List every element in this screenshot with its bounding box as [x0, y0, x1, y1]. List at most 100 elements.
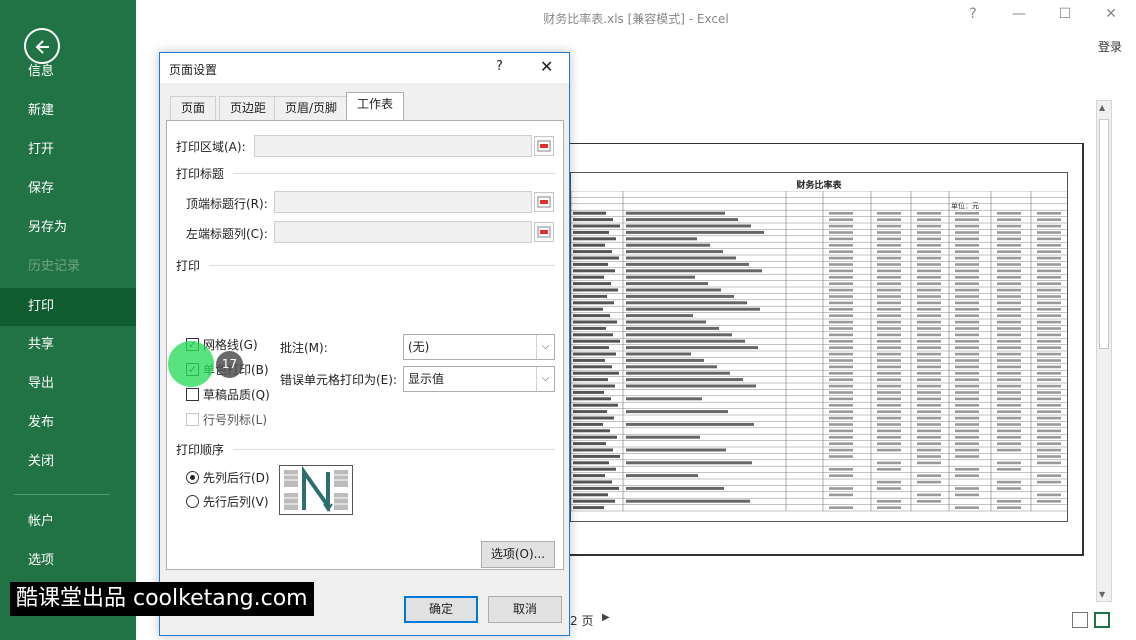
cell-text-mark — [573, 230, 609, 234]
nav-new[interactable]: 新建 — [0, 92, 136, 130]
cell-value-mark — [997, 333, 1021, 337]
cell-value-mark — [955, 282, 979, 285]
nav-info[interactable]: 信息 — [0, 53, 136, 91]
cell-value-mark — [829, 455, 853, 458]
cell-text-mark — [626, 211, 725, 215]
cell-text-mark — [573, 262, 608, 266]
cell-value-mark — [955, 410, 979, 413]
cell-value-mark — [917, 423, 941, 426]
cell-value-mark — [877, 500, 901, 503]
cell-value-mark — [829, 429, 853, 433]
cell-value-mark — [1037, 455, 1061, 458]
restore-button[interactable]: ☐ — [1050, 6, 1080, 22]
nav-save-as[interactable]: 另存为 — [0, 209, 136, 247]
scroll-up-icon[interactable]: ▲ — [1099, 103, 1105, 112]
cell-value-mark — [997, 378, 1021, 381]
cell-value-mark — [955, 295, 979, 298]
cell-text-mark — [626, 435, 700, 439]
zoom-to-page-icon[interactable] — [1094, 612, 1110, 628]
cell-value-mark — [877, 359, 901, 362]
cols-repeat-collapse-icon[interactable] — [534, 222, 554, 242]
tab-sheet[interactable]: 工作表 — [346, 92, 405, 120]
nav-print[interactable]: 打印 — [0, 288, 136, 326]
cell-value-mark — [829, 327, 853, 330]
cell-value-mark — [955, 384, 979, 388]
cell-value-mark — [955, 372, 979, 375]
cell-text-mark — [626, 352, 691, 356]
cell-value-mark — [955, 288, 979, 292]
cell-value-mark — [877, 429, 901, 433]
show-margins-icon[interactable] — [1072, 612, 1088, 628]
tab-page[interactable]: 页面 — [170, 96, 217, 120]
cell-value-mark — [829, 237, 853, 241]
minimize-button[interactable]: — — [1004, 6, 1034, 22]
cell-errors-value: 显示值 — [408, 372, 445, 386]
cell-value-mark — [955, 429, 979, 433]
login-link[interactable]: 登录 — [1098, 38, 1122, 55]
cell-text-mark — [573, 250, 612, 254]
cell-value-mark — [997, 423, 1021, 426]
cell-value-mark — [955, 352, 979, 356]
draft-quality-checkbox[interactable] — [186, 388, 199, 401]
preview-scrollbar[interactable]: ▲ ▼ — [1096, 100, 1112, 602]
cell-value-mark — [917, 410, 941, 413]
cell-value-mark — [997, 461, 1021, 465]
chevron-down-icon[interactable]: ⌵ — [536, 367, 554, 391]
cell-value-mark — [829, 295, 853, 298]
close-window-button[interactable]: ✕ — [1096, 6, 1126, 22]
cols-repeat-input[interactable] — [274, 221, 532, 243]
nav-account[interactable]: 帐户 — [0, 503, 136, 541]
next-page-icon[interactable]: ▶ — [602, 612, 610, 623]
cell-value-mark — [997, 295, 1021, 298]
cell-value-mark — [1037, 410, 1061, 413]
cell-text-mark — [573, 256, 619, 260]
cell-value-mark — [877, 461, 901, 465]
comments-select[interactable]: (无) ⌵ — [403, 334, 555, 360]
cell-value-mark — [997, 391, 1021, 394]
nav-export[interactable]: 导出 — [0, 365, 136, 403]
tab-margins[interactable]: 页边距 — [219, 96, 278, 120]
nav-save[interactable]: 保存 — [0, 170, 136, 208]
cell-value-mark — [829, 359, 853, 362]
cell-value-mark — [877, 250, 901, 253]
row-col-headings-checkbox[interactable] — [186, 413, 199, 426]
over-then-down-radio[interactable] — [186, 495, 199, 508]
cell-value-mark — [997, 237, 1021, 241]
scroll-down-icon[interactable]: ▼ — [1099, 590, 1105, 599]
cell-text-mark — [626, 486, 724, 490]
cell-value-mark — [877, 378, 901, 381]
nav-open[interactable]: 打开 — [0, 131, 136, 169]
cell-value-mark — [1037, 416, 1061, 420]
cell-value-mark — [1037, 429, 1061, 433]
cell-text-mark — [626, 378, 743, 382]
tab-header-footer[interactable]: 页眉/页脚 — [274, 96, 349, 120]
chevron-down-icon[interactable]: ⌵ — [536, 335, 554, 359]
down-then-over-radio[interactable] — [186, 471, 199, 484]
rows-repeat-collapse-icon[interactable] — [534, 192, 554, 212]
nav-options[interactable]: 选项 — [0, 542, 136, 580]
cell-value-mark — [1037, 436, 1061, 439]
cell-value-mark — [1037, 314, 1061, 317]
ok-button[interactable]: 确定 — [404, 596, 478, 623]
cell-errors-select[interactable]: 显示值 ⌵ — [403, 366, 555, 392]
cell-value-mark — [917, 474, 941, 477]
print-area-collapse-icon[interactable] — [534, 136, 554, 156]
options-button[interactable]: 选项(O)... — [481, 541, 555, 568]
cell-value-mark — [955, 423, 979, 426]
dialog-help-button[interactable]: ? — [496, 59, 503, 74]
cell-value-mark — [1037, 397, 1061, 401]
dialog-close-button[interactable]: ✕ — [540, 57, 553, 76]
nav-share[interactable]: 共享 — [0, 326, 136, 364]
cell-value-mark — [955, 391, 979, 394]
help-button[interactable]: ? — [958, 6, 988, 22]
nav-publish[interactable]: 发布 — [0, 404, 136, 442]
cell-value-mark — [917, 397, 941, 401]
watermark: 酷课堂出品 coolketang.com — [10, 582, 314, 616]
print-area-input[interactable] — [254, 135, 532, 157]
cell-value-mark — [877, 346, 901, 349]
cancel-button[interactable]: 取消 — [488, 596, 562, 623]
scroll-thumb[interactable] — [1099, 119, 1109, 349]
cell-value-mark — [955, 212, 979, 215]
nav-close[interactable]: 关闭 — [0, 443, 136, 481]
rows-repeat-input[interactable] — [274, 191, 532, 213]
